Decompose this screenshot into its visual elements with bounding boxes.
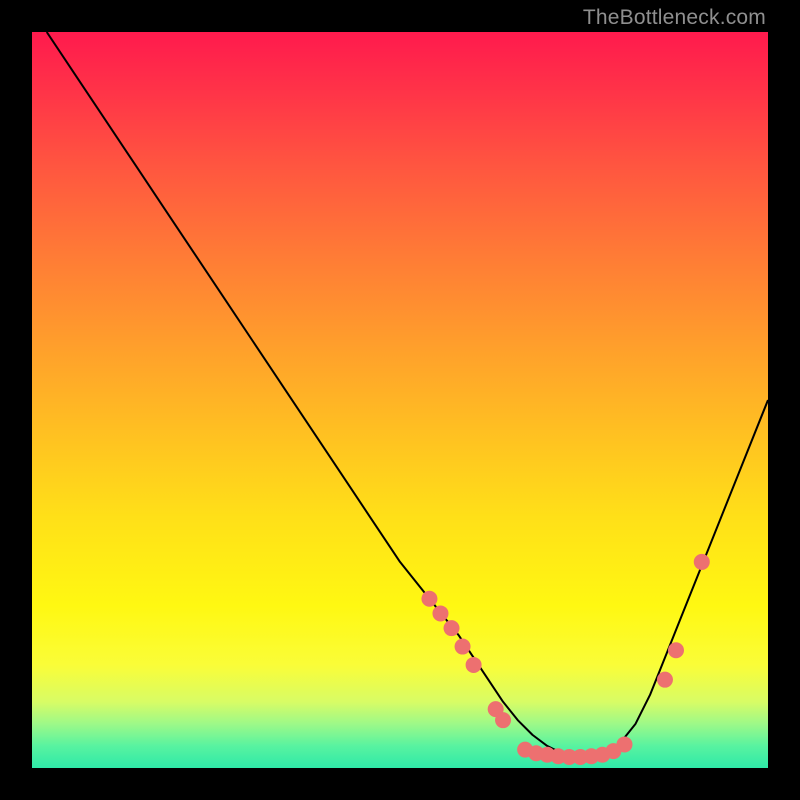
marker-dots [421,554,709,765]
data-point [432,605,448,621]
data-point [466,657,482,673]
plot-area [32,32,768,768]
data-point [495,712,511,728]
watermark-text: TheBottleneck.com [583,6,766,30]
data-point [455,639,471,655]
chart-svg [32,32,768,768]
data-point [421,591,437,607]
data-point [694,554,710,570]
data-point [444,620,460,636]
curve-path [47,32,768,757]
data-point [657,672,673,688]
data-point [616,736,632,752]
data-point [668,642,684,658]
chart-wrapper: TheBottleneck.com [0,0,800,800]
curve-line [47,32,768,757]
